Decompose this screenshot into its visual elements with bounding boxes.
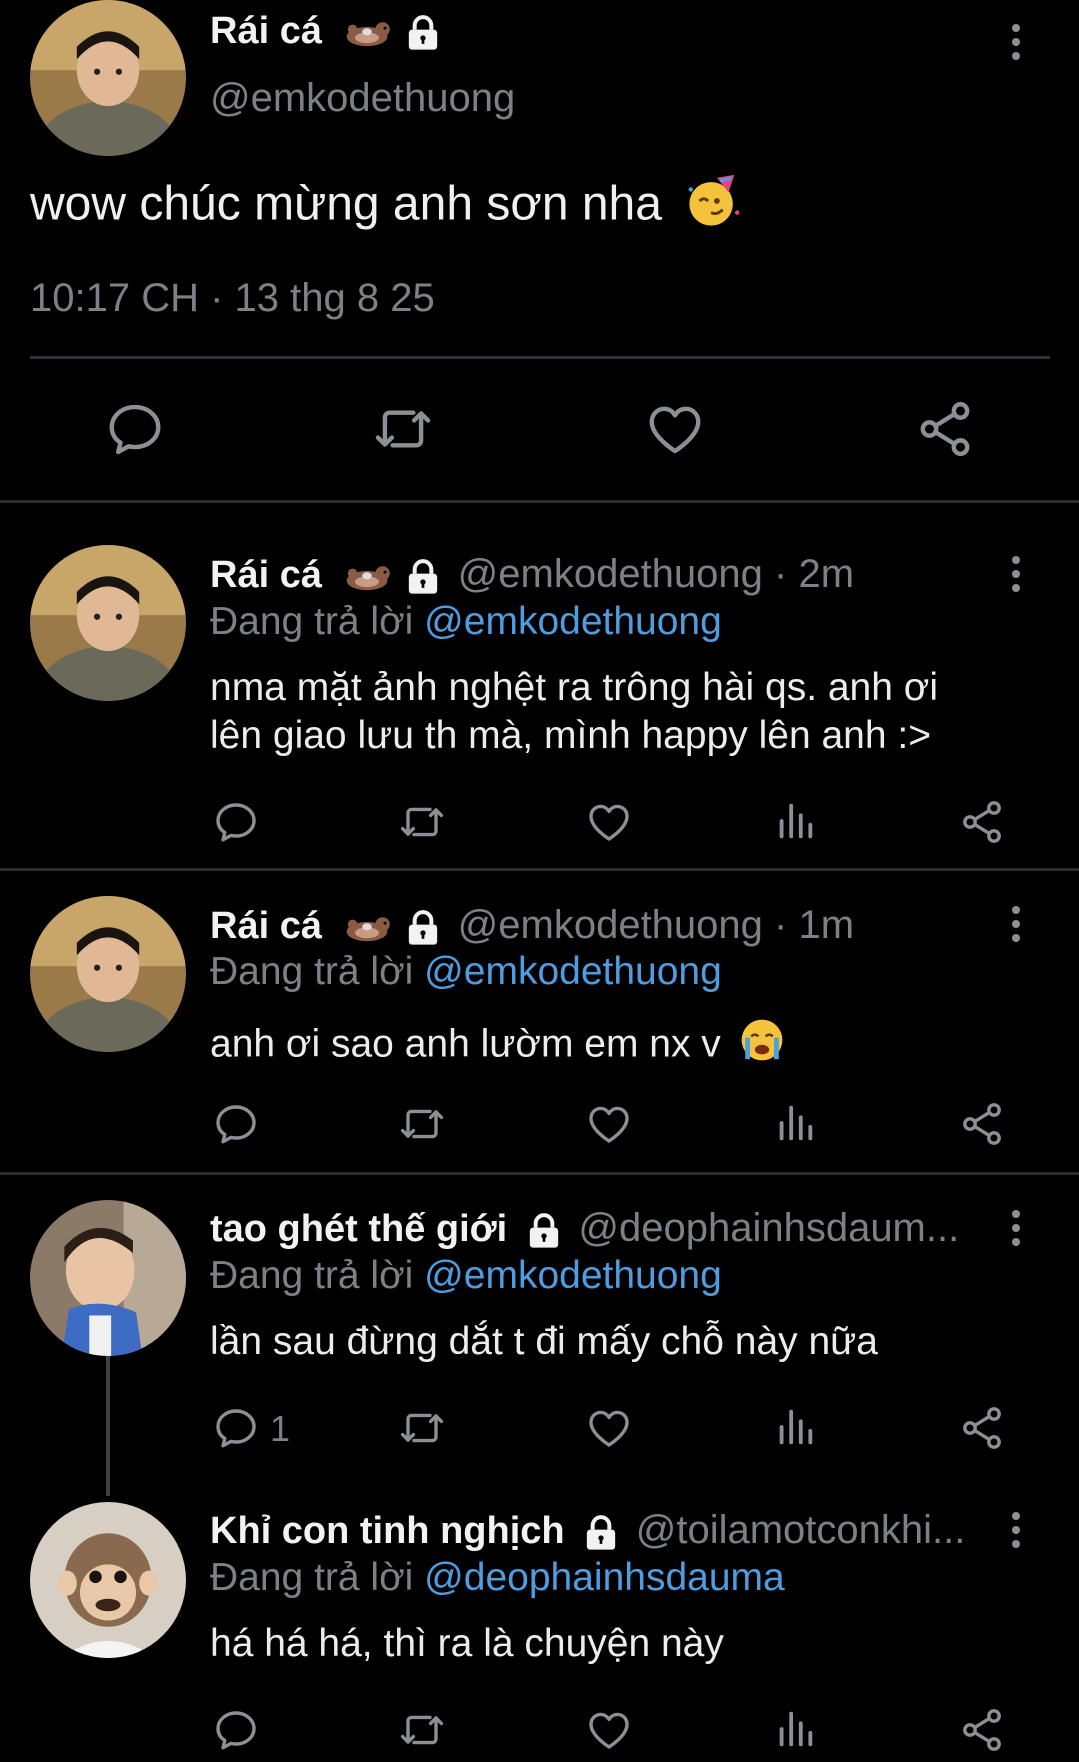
avatar[interactable] xyxy=(30,1502,186,1658)
reply-count: 1 xyxy=(270,1408,291,1449)
retweet-icon xyxy=(370,398,436,460)
share-icon xyxy=(958,1404,1006,1452)
views-icon xyxy=(772,1100,818,1146)
display-name[interactable]: Rái cá xyxy=(210,905,322,947)
reply-text: nma mặt ảnh nghệt ra trông hài qs. anh ơ… xyxy=(210,666,939,709)
heart-icon xyxy=(585,798,633,846)
heart-icon xyxy=(585,1706,633,1754)
retweet-button[interactable] xyxy=(370,398,436,460)
mention-link[interactable]: @emkodethuong xyxy=(424,950,722,993)
mention-link[interactable]: @emkodethuong xyxy=(424,600,722,643)
mention-link[interactable]: @deophainhsdauma xyxy=(424,1556,785,1599)
otter-emoji xyxy=(343,910,391,946)
views-icon xyxy=(772,1706,818,1752)
like-button[interactable] xyxy=(644,398,706,460)
reply-icon xyxy=(212,798,260,846)
divider xyxy=(0,868,1079,871)
avatar[interactable] xyxy=(30,545,186,701)
share-icon xyxy=(958,798,1006,846)
lock-icon xyxy=(403,557,443,597)
more-icon[interactable] xyxy=(1012,24,1022,66)
more-icon[interactable] xyxy=(1012,1210,1022,1252)
more-icon[interactable] xyxy=(1012,906,1022,948)
heart-icon xyxy=(644,398,706,460)
heart-icon xyxy=(585,1100,633,1148)
divider xyxy=(0,1172,1079,1175)
share-button[interactable] xyxy=(958,1706,1006,1754)
share-button[interactable] xyxy=(914,398,976,460)
views-icon xyxy=(772,798,818,844)
retweet-icon xyxy=(396,1100,448,1148)
views-button[interactable] xyxy=(772,798,818,844)
reply-icon xyxy=(212,1404,260,1452)
reply-icon xyxy=(212,1706,260,1754)
views-button[interactable] xyxy=(772,1706,818,1752)
retweet-icon xyxy=(396,1706,448,1754)
like-button[interactable] xyxy=(585,1100,633,1148)
replying-label: Đang trả lời xyxy=(210,1254,414,1297)
retweet-button[interactable] xyxy=(396,798,448,846)
replying-label: Đang trả lời xyxy=(210,600,414,643)
lock-icon xyxy=(581,1513,621,1553)
tweet-text: wow chúc mừng anh sơn nha xyxy=(30,177,662,231)
crying-face-emoji xyxy=(738,1016,786,1076)
more-icon[interactable] xyxy=(1012,1512,1022,1554)
reply-icon xyxy=(104,398,166,460)
more-icon[interactable] xyxy=(1012,556,1022,598)
reply-button[interactable] xyxy=(212,1404,260,1452)
reply-text: lên giao lưu th mà, mình happy lên anh :… xyxy=(210,714,931,757)
user-handle[interactable]: @toilamotconkhi... xyxy=(636,1508,966,1552)
views-button[interactable] xyxy=(772,1100,818,1146)
display-name[interactable]: Rái cá xyxy=(210,554,322,596)
share-icon xyxy=(958,1706,1006,1754)
like-button[interactable] xyxy=(585,1404,633,1452)
partying-face-emoji xyxy=(685,172,743,242)
share-icon xyxy=(914,398,976,460)
retweet-button[interactable] xyxy=(396,1404,448,1452)
replying-label: Đang trả lời xyxy=(210,950,414,993)
lock-icon xyxy=(403,13,443,53)
divider xyxy=(30,356,1050,359)
reply-button[interactable] xyxy=(104,398,166,460)
reply-button[interactable] xyxy=(212,798,260,846)
avatar[interactable] xyxy=(30,0,186,156)
like-button[interactable] xyxy=(585,1706,633,1754)
tweet-timestamp: 10:17 CH · 13 thg 8 25 xyxy=(30,276,435,320)
user-handle[interactable]: @emkodethuong · 2m xyxy=(458,552,854,596)
heart-icon xyxy=(585,1404,633,1452)
reply-text: lần sau đừng dắt t đi mấy chỗ này nữa xyxy=(210,1320,878,1363)
lock-icon xyxy=(524,1211,564,1251)
lock-icon xyxy=(403,908,443,948)
display-name[interactable]: Rái cá xyxy=(210,10,322,52)
share-button[interactable] xyxy=(958,1100,1006,1148)
share-icon xyxy=(958,1100,1006,1148)
share-button[interactable] xyxy=(958,798,1006,846)
replying-label: Đang trả lời xyxy=(210,1556,414,1599)
otter-emoji xyxy=(343,559,391,595)
views-icon xyxy=(772,1404,818,1450)
reply-button[interactable] xyxy=(212,1100,260,1148)
user-handle[interactable]: @emkodethuong xyxy=(210,76,515,121)
reply-text: há há há, thì ra là chuyện này xyxy=(210,1622,724,1665)
avatar[interactable] xyxy=(30,1200,186,1356)
avatar[interactable] xyxy=(30,896,186,1052)
like-button[interactable] xyxy=(585,798,633,846)
retweet-button[interactable] xyxy=(396,1100,448,1148)
mention-link[interactable]: @emkodethuong xyxy=(424,1254,722,1297)
user-handle[interactable]: @emkodethuong · 1m xyxy=(458,903,854,947)
reply-text: anh ơi sao anh lườm em nx v xyxy=(210,1022,721,1066)
user-handle[interactable]: @deophainhsdaum... xyxy=(578,1206,959,1250)
display-name[interactable]: Khỉ con tinh nghịch xyxy=(210,1510,565,1552)
views-button[interactable] xyxy=(772,1404,818,1450)
share-button[interactable] xyxy=(958,1404,1006,1452)
retweet-icon xyxy=(396,1404,448,1452)
retweet-icon xyxy=(396,798,448,846)
reply-button[interactable] xyxy=(212,1706,260,1754)
divider xyxy=(0,500,1079,503)
display-name[interactable]: tao ghét thế giới xyxy=(210,1208,507,1250)
thread-line xyxy=(106,1356,110,1496)
reply-icon xyxy=(212,1100,260,1148)
retweet-button[interactable] xyxy=(396,1706,448,1754)
otter-emoji xyxy=(343,15,391,51)
